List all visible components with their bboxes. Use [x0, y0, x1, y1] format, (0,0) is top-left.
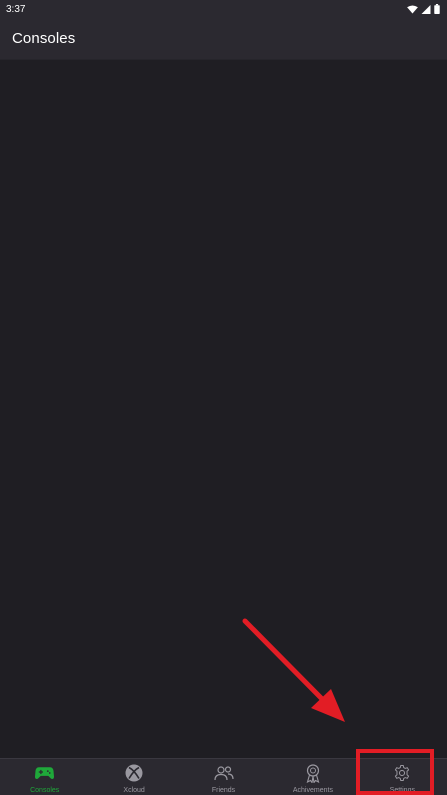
app-bar: Consoles: [0, 18, 447, 60]
gamepad-icon: [35, 764, 55, 782]
status-bar: 3:37: [0, 0, 447, 18]
friends-icon: [213, 764, 234, 782]
award-icon: [305, 763, 321, 783]
status-icons: [407, 4, 440, 14]
nav-item-consoles[interactable]: Consoles: [0, 759, 89, 795]
nav-label-consoles: Consoles: [30, 787, 60, 794]
signal-icon: [421, 4, 431, 14]
nav-item-xcloud[interactable]: Xcloud: [89, 759, 178, 795]
nav-label-achievements: Achivements: [292, 787, 333, 794]
wifi-icon: [407, 4, 418, 14]
battery-icon: [434, 4, 440, 14]
nav-label-friends: Friends: [211, 787, 236, 794]
nav-label-xcloud: Xcloud: [123, 787, 145, 794]
xbox-icon: [125, 764, 143, 782]
settings-highlight-box: [356, 749, 434, 795]
nav-item-achievements[interactable]: Achivements: [268, 759, 357, 795]
page-title: Consoles: [12, 30, 76, 47]
status-time: 3:37: [6, 3, 26, 15]
consoles-content-area: [0, 60, 447, 758]
nav-item-friends[interactable]: Friends: [179, 759, 268, 795]
